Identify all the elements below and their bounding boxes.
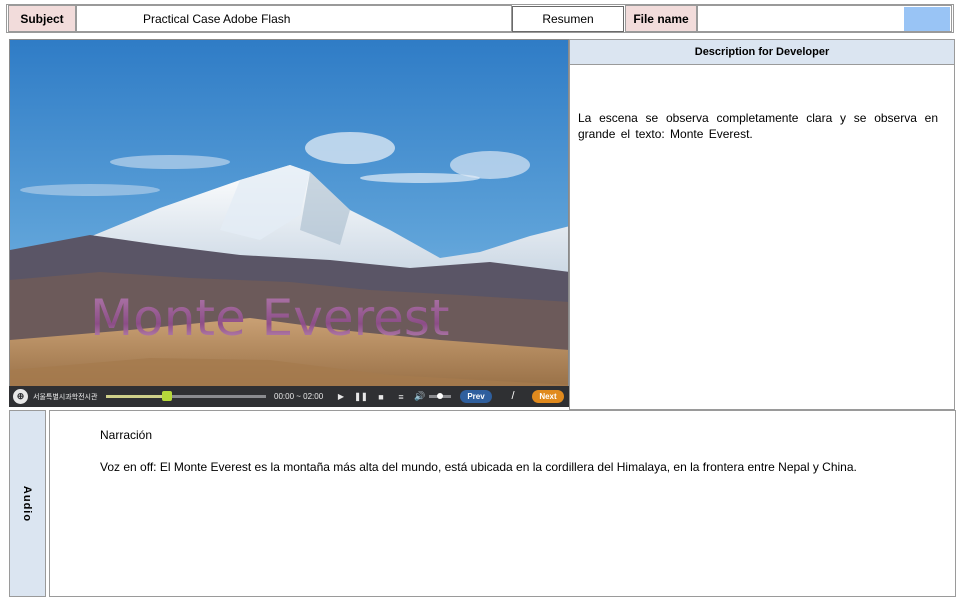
volume-slider[interactable]	[429, 393, 451, 399]
pause-icon[interactable]: ❚❚	[354, 390, 367, 403]
player-controls: ⊕ 서울특별시과학전시관 00:00 ~ 02:00 ▶ ❚❚ ■ ≡ 🔊 Pr…	[9, 386, 569, 407]
menu-icon[interactable]: ≡	[395, 390, 407, 403]
title-overlay: Monte Everest	[90, 289, 450, 347]
resumen-button[interactable]: Resumen	[512, 6, 624, 32]
logo-icon: ⊕	[13, 389, 28, 404]
brand-label: 서울특별시과학전시관	[33, 393, 98, 401]
volume-icon[interactable]: 🔊	[414, 390, 426, 403]
narration-box	[49, 410, 956, 597]
description-panel	[569, 39, 955, 410]
next-button[interactable]: Next	[532, 390, 564, 403]
time-display: 00:00 ~ 02:00	[274, 392, 324, 401]
audio-label: Audio	[21, 485, 34, 522]
video-frame: Monte Everest	[9, 39, 569, 407]
nav-separator: /	[511, 390, 515, 402]
narration-text: Voz en off: El Monte Everest es la monta…	[100, 460, 857, 474]
description-text: La escena se observa completamente clara…	[578, 111, 938, 141]
progress-fill	[106, 395, 167, 398]
progress-track[interactable]	[106, 391, 266, 401]
play-icon[interactable]: ▶	[335, 390, 347, 403]
narration-title: Narración	[100, 428, 153, 442]
subject-value: Practical Case Adobe Flash	[76, 5, 512, 32]
audio-label-wrap: Audio	[9, 410, 46, 597]
description-header: Description for Developer	[570, 40, 954, 65]
volume-thumb[interactable]	[437, 393, 443, 399]
mountain-scene: Monte Everest	[10, 40, 568, 406]
prev-button[interactable]: Prev	[460, 390, 492, 403]
filename-label: File name	[625, 5, 697, 32]
stop-icon[interactable]: ■	[375, 390, 387, 403]
subject-label: Subject	[8, 5, 76, 32]
progress-thumb[interactable]	[161, 391, 172, 401]
color-swatch	[904, 7, 950, 31]
